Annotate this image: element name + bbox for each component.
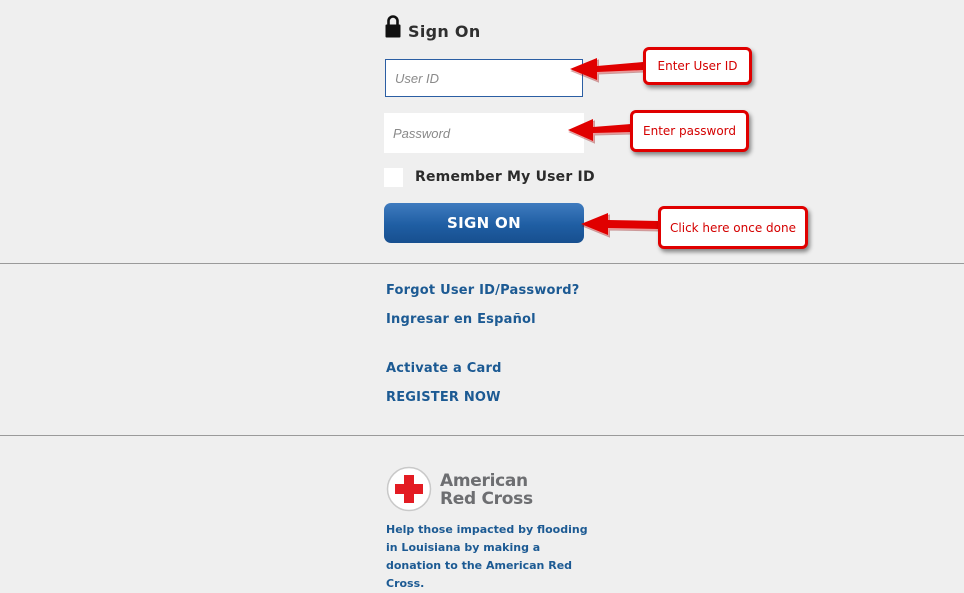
user-id-input[interactable] — [385, 59, 583, 97]
red-cross-name[interactable]: American Red Cross — [440, 472, 533, 508]
password-input[interactable] — [384, 113, 584, 153]
forgot-user-id-password-link[interactable]: Forgot User ID/Password? — [386, 283, 580, 298]
callout-enter-user-id: Enter User ID — [643, 47, 752, 85]
lock-icon — [385, 15, 401, 38]
sign-on-title: Sign On — [408, 22, 481, 41]
remember-user-id-label: Remember My User ID — [415, 169, 595, 185]
callout-enter-password: Enter password — [630, 110, 749, 152]
red-cross-name-line2: Red Cross — [440, 489, 533, 509]
red-cross-logo[interactable] — [386, 466, 432, 512]
arrow-left-icon — [570, 58, 645, 83]
activate-card-link[interactable]: Activate a Card — [386, 361, 502, 376]
divider — [0, 263, 964, 264]
remember-user-id-checkbox[interactable] — [384, 168, 403, 187]
register-now-link[interactable]: REGISTER NOW — [386, 390, 501, 405]
ingresar-en-espanol-link[interactable]: Ingresar en Español — [386, 312, 536, 327]
callout-click-here-once-done: Click here once done — [658, 206, 808, 249]
divider — [0, 435, 964, 436]
sign-on-button[interactable]: SIGN ON — [384, 203, 584, 243]
arrow-left-icon — [581, 213, 660, 238]
red-cross-name-line1: American — [440, 471, 528, 491]
arrow-left-icon — [568, 119, 633, 144]
donation-message: Help those impacted by flooding in Louis… — [386, 521, 596, 593]
